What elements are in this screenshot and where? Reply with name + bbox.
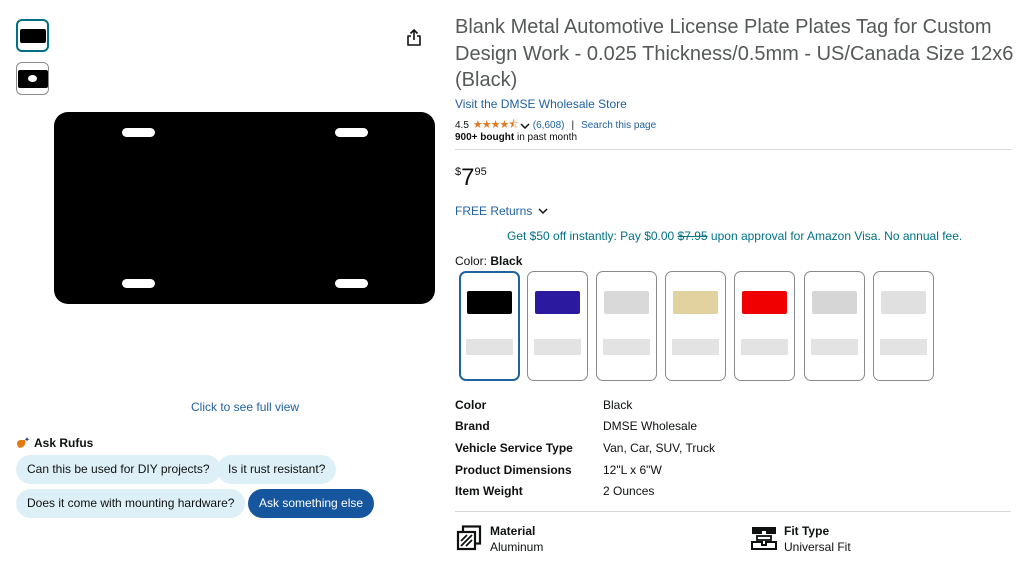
thumbnail-1[interactable] bbox=[16, 19, 49, 52]
swatch-plate-image bbox=[742, 291, 787, 314]
promo-strike-price: $7.95 bbox=[677, 229, 708, 243]
bought-in-past-month: 900+ bought in past month bbox=[455, 132, 577, 143]
color-swatch-1[interactable] bbox=[459, 271, 520, 381]
fit-type-icon bbox=[751, 527, 777, 550]
swatch-price-placeholder bbox=[741, 339, 788, 355]
rating-separator: | bbox=[571, 120, 575, 131]
spec-key-product-dimensions: Product Dimensions bbox=[455, 463, 572, 477]
color-selected-value: Black bbox=[490, 254, 523, 268]
ask-rufus-label: Ask Rufus bbox=[34, 436, 94, 450]
color-swatch-4[interactable] bbox=[665, 271, 726, 381]
swatch-price-placeholder bbox=[466, 339, 513, 355]
chevron-down-icon bbox=[538, 208, 548, 215]
rufus-chip-hardware[interactable]: Does it come with mounting hardware? bbox=[16, 489, 246, 518]
mounting-slot bbox=[335, 128, 368, 137]
bought-count: 900+ bought bbox=[455, 132, 515, 143]
product-title: Blank Metal Automotive License Plate Pla… bbox=[455, 16, 1014, 91]
store-link[interactable]: Visit the DMSE Wholesale Store bbox=[455, 97, 627, 111]
mounting-slot bbox=[122, 128, 155, 137]
thumbnail-plate-image bbox=[19, 28, 46, 43]
feature-value-fit-type: Universal Fit bbox=[784, 540, 851, 554]
rating-count-link[interactable]: (6,608) bbox=[533, 120, 565, 131]
swatch-plate-image bbox=[535, 291, 580, 314]
spec-value-product-dimensions: 12"L x 6"W bbox=[603, 463, 662, 477]
price-fraction: 95 bbox=[474, 166, 487, 178]
promo-suffix: upon approval for Amazon Visa. No annual… bbox=[707, 229, 963, 243]
swatch-plate-image bbox=[812, 291, 857, 314]
spec-key-vehicle-service-type: Vehicle Service Type bbox=[455, 441, 573, 455]
bought-suffix: in past month bbox=[514, 132, 577, 143]
divider bbox=[455, 511, 1011, 512]
swatch-price-placeholder bbox=[672, 339, 719, 355]
price-symbol: $ bbox=[455, 166, 462, 178]
color-swatch-3[interactable] bbox=[596, 271, 657, 381]
swatch-price-placeholder bbox=[880, 339, 927, 355]
swatch-price-placeholder bbox=[603, 339, 650, 355]
color-label: Color: Black bbox=[455, 254, 522, 268]
material-icon bbox=[456, 525, 482, 551]
swatch-plate-image bbox=[604, 291, 649, 314]
feature-key-material: Material bbox=[490, 524, 536, 538]
swatch-price-placeholder bbox=[534, 339, 581, 355]
ask-rufus-heading: Ask Rufus bbox=[16, 436, 93, 450]
rufus-chip-diy[interactable]: Can this be used for DIY projects? bbox=[16, 455, 221, 484]
swatch-plate-image bbox=[467, 291, 512, 314]
price-whole: 7 bbox=[461, 164, 475, 191]
swatch-price-placeholder bbox=[811, 339, 858, 355]
rating-value: 4.5 bbox=[455, 120, 469, 131]
spec-value-brand: DMSE Wholesale bbox=[603, 419, 698, 433]
swatch-plate-image bbox=[881, 291, 926, 314]
color-swatch-5[interactable] bbox=[734, 271, 795, 381]
free-returns-label: FREE Returns bbox=[455, 204, 533, 218]
share-icon[interactable] bbox=[404, 28, 424, 48]
mounting-slot bbox=[335, 279, 368, 288]
price: $795 bbox=[455, 164, 487, 192]
main-product-image[interactable] bbox=[54, 112, 435, 304]
search-this-page-link[interactable]: Search this page bbox=[581, 120, 656, 131]
spec-key-color: Color bbox=[455, 398, 487, 412]
spec-value-item-weight: 2 Ounces bbox=[603, 484, 655, 498]
color-swatch-7[interactable] bbox=[873, 271, 934, 381]
full-view-link[interactable]: Click to see full view bbox=[191, 400, 299, 414]
rufus-chip-rust[interactable]: Is it rust resistant? bbox=[217, 455, 337, 484]
spec-value-vehicle-service-type: Van, Car, SUV, Truck bbox=[603, 441, 716, 455]
mounting-slot bbox=[122, 279, 155, 288]
swatch-plate-image bbox=[673, 291, 718, 314]
thumbnail-2[interactable] bbox=[16, 62, 49, 95]
spec-value-color: Black bbox=[603, 398, 633, 412]
spec-key-brand: Brand bbox=[455, 419, 490, 433]
rufus-icon bbox=[17, 437, 30, 448]
divider bbox=[455, 149, 1011, 150]
color-swatch-2[interactable] bbox=[527, 271, 588, 381]
promo-prefix: Get $50 off instantly: Pay $0.00 bbox=[507, 229, 678, 243]
chevron-down-icon[interactable] bbox=[520, 122, 530, 130]
feature-key-fit-type: Fit Type bbox=[784, 524, 830, 538]
feature-value-material: Aluminum bbox=[490, 540, 544, 554]
spec-key-item-weight: Item Weight bbox=[455, 484, 523, 498]
color-label-prefix: Color: bbox=[455, 254, 491, 268]
color-swatch-6[interactable] bbox=[804, 271, 865, 381]
rufus-ask-something-else-button[interactable]: Ask something else bbox=[248, 489, 375, 518]
visa-promo[interactable]: Get $50 off instantly: Pay $0.00 $7.95 u… bbox=[507, 229, 962, 243]
free-returns-link[interactable]: FREE Returns bbox=[455, 204, 548, 218]
thumbnail-plate-image bbox=[17, 69, 48, 88]
